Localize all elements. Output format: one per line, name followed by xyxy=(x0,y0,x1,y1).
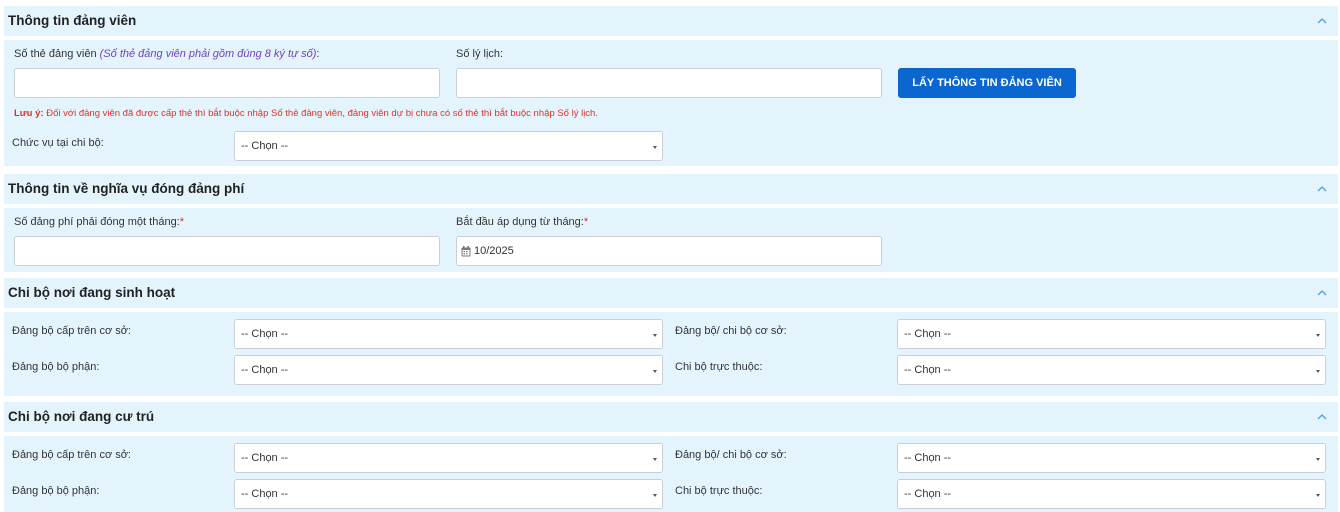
section-title: Chi bộ nơi đang sinh hoạt xyxy=(8,285,176,300)
select-value: -- Chọn -- xyxy=(241,364,289,376)
section-title: Chi bộ nơi đang cư trú xyxy=(8,409,155,424)
section-header-residence-branch[interactable]: Chi bộ nơi đang cư trú xyxy=(4,402,1338,432)
caret-down-icon xyxy=(653,458,657,461)
caret-down-icon xyxy=(653,494,657,497)
section-header-fee-info[interactable]: Thông tin về nghĩa vụ đóng đảng phí xyxy=(4,174,1338,204)
position-label: Chức vụ tại chi bộ: xyxy=(12,137,104,149)
select-value: -- Chọn -- xyxy=(241,140,289,152)
upper-party-select[interactable]: -- Chọn -- xyxy=(234,443,663,473)
card-number-label: Số thẻ đảng viên (Số thẻ đảng viên phải … xyxy=(14,48,320,60)
section-header-member-info[interactable]: Thông tin đảng viên xyxy=(4,6,1338,36)
caret-down-icon xyxy=(1316,370,1320,373)
caret-down-icon xyxy=(1316,494,1320,497)
monthly-fee-input[interactable] xyxy=(14,236,440,266)
select-value: -- Chọn -- xyxy=(904,452,952,464)
monthly-fee-label: Số đảng phí phải đóng một tháng:* xyxy=(14,216,185,228)
caret-down-icon xyxy=(1316,334,1320,337)
chevron-up-icon[interactable] xyxy=(1316,15,1328,27)
fetch-member-info-button[interactable]: LẤY THÔNG TIN ĐẢNG VIÊN xyxy=(898,68,1076,98)
base-party-label: Đảng bộ/ chi bộ cơ sở: xyxy=(675,449,787,461)
section-body-active-branch: Đảng bộ cấp trên cơ sở: -- Chọn -- Đảng … xyxy=(4,312,1338,396)
upper-party-select[interactable]: -- Chọn -- xyxy=(234,319,663,349)
caret-down-icon xyxy=(653,370,657,373)
profile-number-input[interactable] xyxy=(456,68,882,98)
select-value: -- Chọn -- xyxy=(241,452,289,464)
chevron-up-icon[interactable] xyxy=(1316,411,1328,423)
base-party-label: Đảng bộ/ chi bộ cơ sở: xyxy=(675,325,787,337)
section-header-active-branch[interactable]: Chi bộ nơi đang sinh hoạt xyxy=(4,278,1338,308)
section-title: Thông tin về nghĩa vụ đóng đảng phí xyxy=(8,181,245,196)
select-value: -- Chọn -- xyxy=(241,488,289,500)
profile-number-label: Số lý lịch: xyxy=(456,48,504,60)
subordinate-branch-select[interactable]: -- Chọn -- xyxy=(897,355,1326,385)
base-party-select[interactable]: -- Chọn -- xyxy=(897,443,1326,473)
calendar-icon xyxy=(461,246,471,257)
chevron-up-icon[interactable] xyxy=(1316,183,1328,195)
subordinate-branch-label: Chi bộ trực thuộc: xyxy=(675,485,763,497)
caret-down-icon xyxy=(1316,458,1320,461)
card-number-input[interactable] xyxy=(14,68,440,98)
upper-party-label: Đảng bộ cấp trên cơ sở: xyxy=(12,449,131,461)
section-body-member-info: Số thẻ đảng viên (Số thẻ đảng viên phải … xyxy=(4,40,1338,166)
subordinate-branch-label: Chi bộ trực thuộc: xyxy=(675,361,763,373)
select-value: -- Chọn -- xyxy=(904,364,952,376)
department-party-select[interactable]: -- Chọn -- xyxy=(234,479,663,509)
position-select[interactable]: -- Chọn -- xyxy=(234,131,663,161)
select-value: -- Chọn -- xyxy=(241,328,289,340)
start-month-value: 10/2025 xyxy=(474,245,514,257)
department-party-label: Đảng bộ bộ phận: xyxy=(12,485,100,497)
start-month-label: Bắt đầu áp dụng từ tháng:* xyxy=(456,216,589,228)
select-value: -- Chọn -- xyxy=(904,488,952,500)
base-party-select[interactable]: -- Chọn -- xyxy=(897,319,1326,349)
section-body-residence-branch: Đảng bộ cấp trên cơ sở: -- Chọn -- Đảng … xyxy=(4,436,1338,512)
caret-down-icon xyxy=(653,334,657,337)
section-body-fee-info: Số đảng phí phải đóng một tháng:* Bắt đầ… xyxy=(4,208,1338,272)
start-month-input[interactable]: 10/2025 xyxy=(456,236,882,266)
note-text: Lưu ý: Đối với đảng viên đã được cấp thẻ… xyxy=(14,108,598,119)
section-title: Thông tin đảng viên xyxy=(8,13,137,28)
department-party-label: Đảng bộ bộ phận: xyxy=(12,361,100,373)
caret-down-icon xyxy=(653,146,657,149)
upper-party-label: Đảng bộ cấp trên cơ sở: xyxy=(12,325,131,337)
select-value: -- Chọn -- xyxy=(904,328,952,340)
chevron-up-icon[interactable] xyxy=(1316,287,1328,299)
subordinate-branch-select[interactable]: -- Chọn -- xyxy=(897,479,1326,509)
department-party-select[interactable]: -- Chọn -- xyxy=(234,355,663,385)
